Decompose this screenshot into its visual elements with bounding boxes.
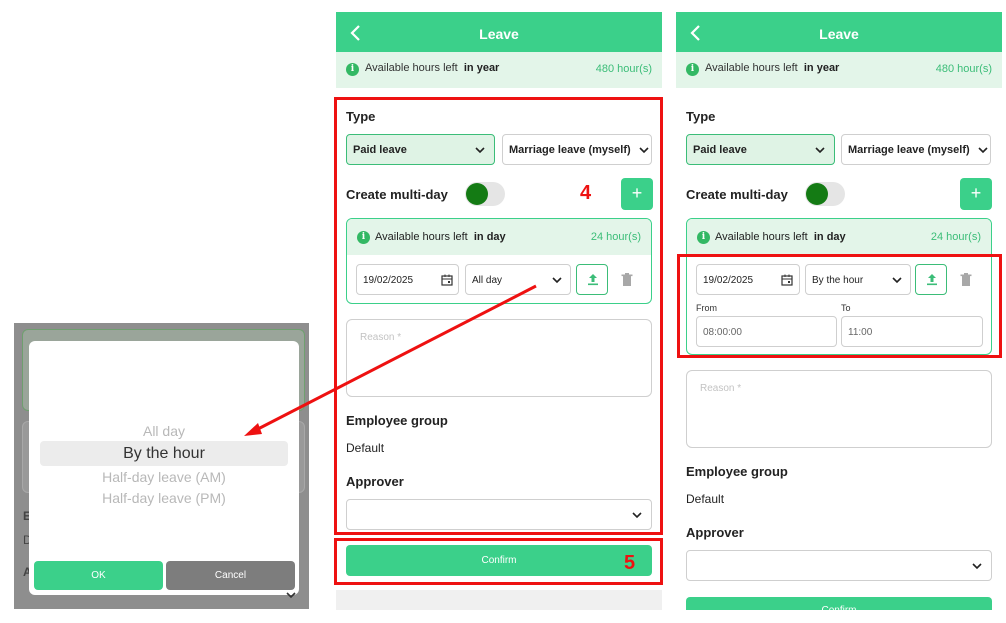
annotation-arrow — [244, 284, 537, 436]
